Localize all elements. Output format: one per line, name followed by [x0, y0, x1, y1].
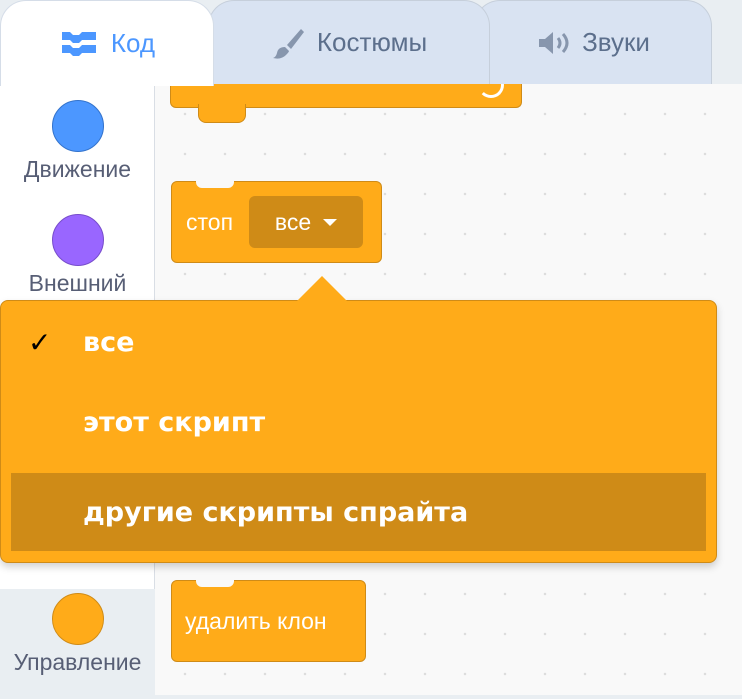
menu-item-label: все [83, 326, 135, 358]
speaker-icon [536, 30, 570, 56]
tab-sounds[interactable]: Звуки [474, 0, 712, 84]
category-motion[interactable]: Движение [0, 100, 155, 183]
tab-costumes-label: Костюмы [316, 27, 428, 57]
category-looks[interactable]: Внешний [0, 214, 155, 297]
block-bottom-notch [198, 104, 246, 123]
delete-clone-label: удалить клон [185, 607, 327, 634]
menu-item-this-script[interactable]: этот скрипт [11, 383, 706, 461]
stop-option-value: все [274, 208, 312, 235]
stop-options-menu: ✓ все этот скрипт другие скрипты спрайта [0, 300, 717, 563]
block-top-notch [196, 180, 234, 188]
menu-item-all[interactable]: ✓ все [11, 303, 706, 381]
menu-item-other-scripts[interactable]: другие скрипты спрайта [11, 473, 706, 551]
tab-costumes[interactable]: Костюмы [208, 0, 490, 84]
dropdown-menu-arrow [296, 276, 348, 302]
stop-option-dropdown[interactable]: все [249, 196, 364, 248]
looks-color-dot [51, 214, 104, 266]
control-color-dot [51, 593, 104, 645]
block-top-notch [196, 579, 234, 587]
delete-clone-block[interactable]: удалить клон [171, 579, 366, 662]
menu-item-label: другие скрипты спрайта [83, 496, 469, 528]
stop-block-label: стоп [186, 208, 234, 235]
checkmark-icon: ✓ [28, 325, 52, 359]
tab-sounds-label: Звуки [582, 27, 650, 57]
stop-block[interactable]: стоп все [171, 180, 382, 263]
category-control-label: Управление [13, 649, 142, 675]
menu-item-label: этот скрипт [83, 406, 266, 438]
tab-code-label: Код [110, 28, 156, 58]
caret-down-icon [323, 218, 338, 226]
category-motion-label: Движение [23, 156, 132, 182]
brush-icon [271, 26, 305, 60]
editor-tabs: Звуки Костюмы Код [0, 0, 742, 86]
category-control[interactable]: Управление [0, 589, 155, 699]
code-icon [59, 29, 99, 59]
category-looks-label: Внешний [28, 270, 127, 296]
motion-color-dot [51, 100, 104, 152]
tab-code[interactable]: Код [0, 0, 214, 86]
